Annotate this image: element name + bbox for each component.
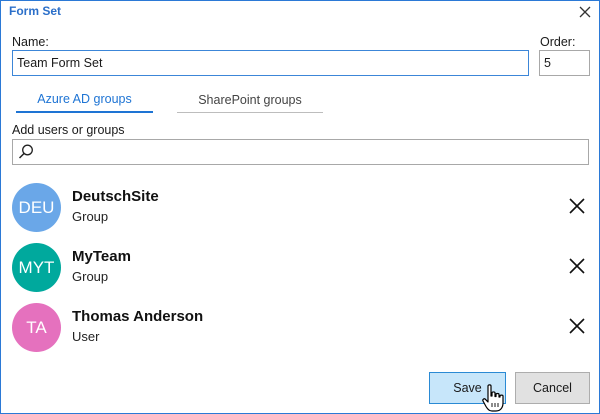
- remove-icon[interactable]: [568, 317, 586, 335]
- search-input[interactable]: [12, 139, 589, 165]
- name-label: Name:: [12, 35, 49, 49]
- avatar-initials: DEU: [18, 197, 55, 217]
- avatar-initials: MYT: [18, 257, 55, 277]
- order-label: Order:: [540, 35, 576, 49]
- tab-label: SharePoint groups: [198, 92, 302, 107]
- avatar-initials: TA: [26, 317, 47, 337]
- entry-type: Group: [72, 209, 109, 224]
- tab-azure-ad-groups[interactable]: Azure AD groups: [16, 87, 153, 113]
- order-field[interactable]: [539, 50, 590, 76]
- avatar: TA: [12, 303, 61, 352]
- entry-name: MyTeam: [72, 248, 131, 265]
- name-field[interactable]: [12, 50, 529, 76]
- search-icon: [18, 144, 33, 159]
- cancel-button[interactable]: Cancel: [515, 372, 590, 404]
- remove-icon[interactable]: [568, 257, 586, 275]
- entry-name: Thomas Anderson: [72, 308, 204, 325]
- entry-type: Group: [72, 269, 109, 284]
- dialog-title: Form Set: [9, 4, 62, 18]
- avatar: MYT: [12, 243, 61, 292]
- close-icon[interactable]: [575, 3, 595, 21]
- tab-sharepoint-groups[interactable]: SharePoint groups: [177, 87, 323, 113]
- list-item: MYT MyTeam Group: [1, 238, 600, 296]
- list-item: TA Thomas Anderson User: [1, 298, 600, 356]
- entry-name: DeutschSite: [72, 188, 159, 205]
- hand-cursor-icon: [482, 384, 504, 412]
- cancel-button-label: Cancel: [533, 381, 572, 395]
- entry-type: User: [72, 329, 100, 344]
- remove-icon[interactable]: [568, 197, 586, 215]
- add-users-label: Add users or groups: [12, 123, 125, 137]
- title-bar: Form Set: [1, 1, 599, 23]
- avatar: DEU: [12, 183, 61, 232]
- list-item: DEU DeutschSite Group: [1, 178, 600, 236]
- save-button-label: Save: [453, 381, 482, 395]
- tab-label: Azure AD groups: [37, 92, 132, 106]
- form-set-dialog: Form Set Name: Order: Azure AD groups Sh…: [0, 0, 600, 414]
